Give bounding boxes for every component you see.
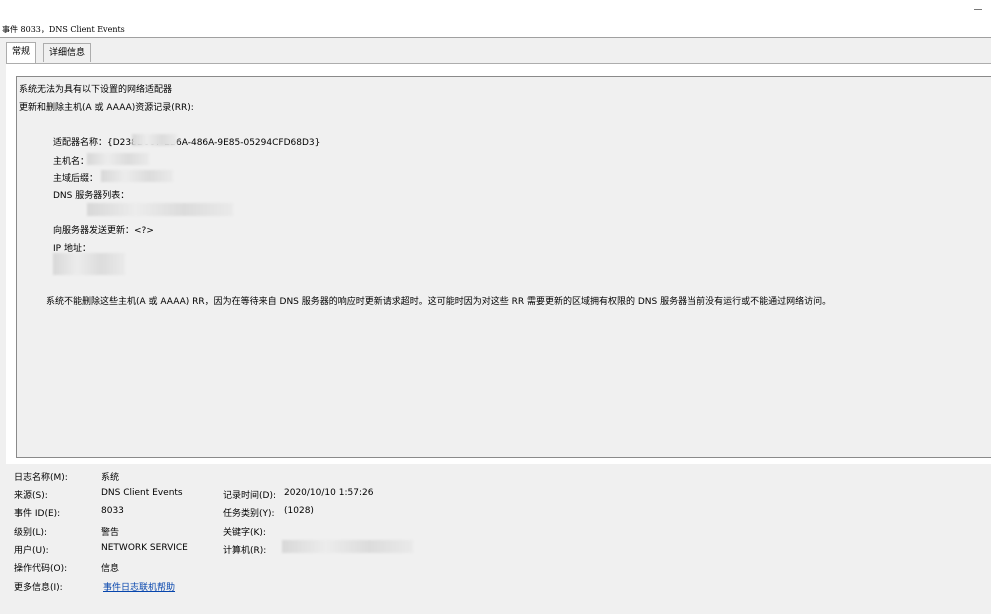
event-id-value[interactable]: 8033 — [101, 506, 124, 516]
level-label: 级别(L): — [14, 528, 48, 538]
tab-general[interactable]: 常规 — [6, 42, 37, 63]
task-category-value[interactable]: (1028) — [284, 506, 314, 516]
message-line-1: 系统无法为具有以下设置的网络适配器 — [19, 85, 173, 95]
source-value[interactable]: DNS Client Events — [101, 488, 183, 498]
message-summary: 系统不能删除这些主机(A 或 AAAA) RR，因为在等待来自 DNS 服务器的… — [46, 297, 832, 307]
tab-details[interactable]: 详细信息 — [43, 43, 92, 62]
redacted-host-name — [87, 153, 149, 165]
logged-value[interactable]: 2020/10/10 1:57:26 — [284, 488, 373, 498]
event-title-bar: 事件 8033，DNS Client Events — [0, 22, 991, 38]
window-topbar — [0, 0, 991, 22]
task-category-label: 任务类别(Y): — [223, 509, 275, 519]
user-value[interactable]: NETWORK SERVICE — [101, 543, 188, 553]
event-id-label: 事件 ID(E): — [14, 509, 61, 519]
log-name-value[interactable]: 系统 — [101, 470, 119, 483]
redacted-primary-suffix — [101, 170, 173, 182]
opcode-value[interactable]: 信息 — [101, 561, 119, 574]
adapter-name: 适配器名称：{D238D007-EB6A-486A-9E85-05294CFD6… — [53, 138, 321, 148]
logged-label: 记录时间(D): — [223, 491, 276, 501]
opcode-label: 操作代码(O): — [14, 564, 68, 574]
dns-server-list-label: DNS 服务器列表： — [53, 191, 130, 201]
redacted-computer-name — [282, 540, 413, 553]
message-line-2: 更新和删除主机(A 或 AAAA)资源记录(RR): — [19, 103, 194, 113]
host-name-label: 主机名： — [53, 157, 90, 167]
computer-label: 计算机(R): — [223, 546, 267, 556]
level-value[interactable]: 警告 — [101, 525, 119, 538]
primary-suffix-label: 主域后缀： — [53, 174, 99, 184]
redacted-adapter — [132, 134, 177, 146]
general-panel: 系统无法为具有以下设置的网络适配器 更新和删除主机(A 或 AAAA)资源记录(… — [6, 63, 991, 464]
source-label: 来源(S): — [14, 491, 48, 501]
redacted-dns-servers — [87, 203, 233, 216]
minimize-icon[interactable] — [974, 9, 982, 10]
event-properties: 日志名称(M): 系统 来源(S): DNS Client Events 事件 … — [0, 463, 991, 614]
event-description-box[interactable]: 系统无法为具有以下设置的网络适配器 更新和删除主机(A 或 AAAA)资源记录(… — [16, 76, 991, 458]
event-title: 事件 8033，DNS Client Events — [2, 25, 125, 34]
more-info-label: 更多信息(I): — [14, 583, 63, 593]
send-update-label: 向服务器发送更新：<?> — [53, 226, 154, 236]
redacted-ip-address — [53, 253, 125, 275]
keywords-label: 关键字(K): — [223, 528, 266, 538]
log-name-label: 日志名称(M): — [14, 473, 68, 483]
user-label: 用户(U): — [14, 546, 49, 556]
online-help-link[interactable]: 事件日志联机帮助 — [103, 580, 175, 593]
